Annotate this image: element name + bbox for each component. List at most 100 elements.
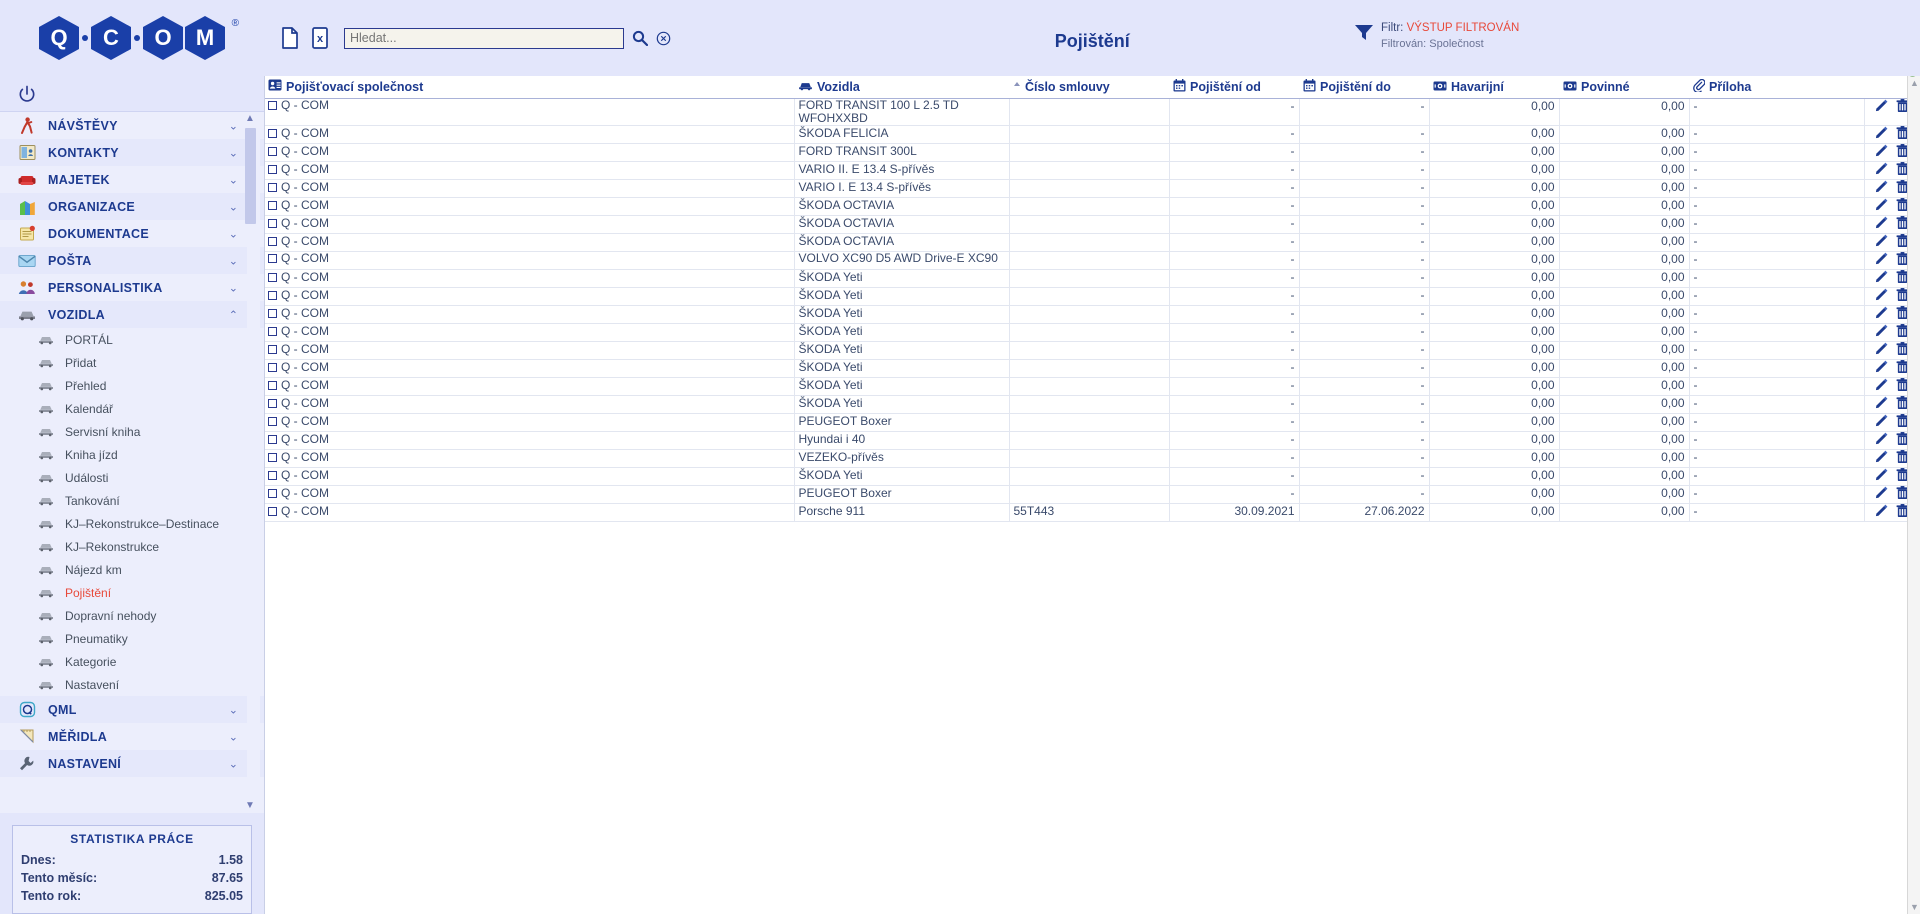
table-row[interactable]: Q - COM ŠKODA OCTAVIA - -0,00 0,00- xyxy=(264,197,1920,216)
chevron-down-icon[interactable]: ⌄ xyxy=(229,281,238,294)
filter-status-block[interactable]: Filtr: VÝSTUP FILTROVÁN Filtrován: Spole… xyxy=(1354,20,1519,53)
excel-export-icon[interactable]: x xyxy=(308,24,332,52)
chevron-down-icon[interactable]: ⌄ xyxy=(229,254,238,267)
sidebar-group-personalistika[interactable]: PERSONALISTIKA ⌄ xyxy=(0,274,264,301)
table-row[interactable]: Q - COM FORD TRANSIT 100 L 2.5 TD WFOHXXB… xyxy=(264,98,1920,126)
pencil-icon[interactable] xyxy=(1875,414,1888,430)
row-checkbox[interactable] xyxy=(268,344,277,354)
row-checkbox[interactable] xyxy=(268,272,277,282)
chevron-down-icon[interactable]: ⌄ xyxy=(229,119,238,132)
cell-company[interactable]: Q - COM xyxy=(264,125,795,144)
table-row[interactable]: Q - COM ŠKODA OCTAVIA - -0,00 0,00- xyxy=(264,233,1920,252)
pencil-icon[interactable] xyxy=(1875,306,1888,322)
sidebar-group-midla[interactable]: MĚŘIDLA ⌄ xyxy=(0,723,264,750)
chevron-up-icon[interactable]: ⌃ xyxy=(229,308,238,321)
sidebar-item-kategorie[interactable]: Kategorie xyxy=(0,650,264,673)
row-checkbox[interactable] xyxy=(268,253,277,263)
table-row[interactable]: Q - COM ŠKODA Yeti - -0,00 0,00- xyxy=(264,359,1920,378)
row-checkbox[interactable] xyxy=(268,326,277,336)
table-row[interactable]: Q - COM ŠKODA Yeti - -0,00 0,00- xyxy=(264,467,1920,486)
col-header-insurance-from[interactable]: Pojištění od xyxy=(1169,76,1299,99)
cell-company[interactable]: Q - COM xyxy=(264,359,795,378)
cell-company[interactable]: Q - COM xyxy=(264,305,795,324)
sidebar-item-p-ehled[interactable]: Přehled xyxy=(0,374,264,397)
table-row[interactable]: Q - COM VARIO I. E 13.4 S-přívěs - -0,00 0,0… xyxy=(264,179,1920,198)
sidebar-group-qml[interactable]: QML ⌄ xyxy=(0,696,264,723)
pencil-icon[interactable] xyxy=(1875,252,1888,268)
sidebar-group-vozidla[interactable]: VOZIDLA ⌃ xyxy=(0,301,264,328)
sidebar-group-nastaven[interactable]: NASTAVENÍ ⌄ xyxy=(0,750,264,777)
table-row[interactable]: Q - COM ŠKODA Yeti - -0,00 0,00- xyxy=(264,323,1920,342)
cell-company[interactable]: Q - COM xyxy=(264,395,795,414)
chevron-down-icon[interactable]: ⌄ xyxy=(229,173,238,186)
sidebar-group-nvtvy[interactable]: NÁVŠTĚVY ⌄ xyxy=(0,112,264,139)
cell-company[interactable]: Q - COM xyxy=(264,503,795,522)
chevron-down-icon[interactable]: ⌄ xyxy=(229,703,238,716)
cell-company[interactable]: Q - COM xyxy=(264,161,795,180)
row-checkbox[interactable] xyxy=(268,506,277,516)
sidebar-item-ud-losti[interactable]: Události xyxy=(0,466,264,489)
row-checkbox[interactable] xyxy=(268,164,277,174)
sidebar-item-nastaven-[interactable]: Nastavení xyxy=(0,673,264,696)
clock-icon[interactable] xyxy=(1905,76,1920,82)
funnel-icon[interactable] xyxy=(1354,24,1374,46)
sidebar-item-dopravn--nehody[interactable]: Dopravní nehody xyxy=(0,604,264,627)
pencil-icon[interactable] xyxy=(1875,486,1888,502)
table-row[interactable]: Q - COM Hyundai i 40- -0,00 0,00- xyxy=(264,431,1920,450)
table-row[interactable]: Q - COM ŠKODA Yeti - -0,00 0,00- xyxy=(264,377,1920,396)
col-header-vehicle[interactable]: Vozidla xyxy=(794,76,1009,99)
cell-company[interactable]: Q - COM xyxy=(264,179,795,198)
table-row[interactable]: Q - COM PEUGEOT Boxer - -0,00 0,00- xyxy=(264,485,1920,504)
document-icon[interactable] xyxy=(278,24,302,52)
pencil-icon[interactable] xyxy=(1875,126,1888,142)
table-row[interactable]: Q - COM FORD TRANSIT 300L - -0,00 0,00- xyxy=(264,143,1920,162)
sidebar-group-dokumentace[interactable]: DOKUMENTACE ⌄ xyxy=(0,220,264,247)
chevron-down-icon[interactable]: ⌄ xyxy=(229,200,238,213)
app-logo[interactable]: Q C O M ® xyxy=(0,0,264,76)
table-row[interactable]: Q - COM ŠKODA Yeti - -0,00 0,00- xyxy=(264,341,1920,360)
cell-company[interactable]: Q - COM xyxy=(264,449,795,468)
col-header-insurance-to[interactable]: Pojištění do xyxy=(1299,76,1429,99)
sidebar-scrollbar[interactable]: ▲ ▼ xyxy=(245,112,260,813)
sidebar-item-kalend--[interactable]: Kalendář xyxy=(0,397,264,420)
chevron-down-icon[interactable]: ⌄ xyxy=(229,757,238,770)
col-header-company[interactable]: Pojišťovací společnost xyxy=(264,76,794,99)
power-icon[interactable] xyxy=(16,83,38,105)
pencil-icon[interactable] xyxy=(1875,198,1888,214)
sidebar-item-n-jezd-km[interactable]: Nájezd km xyxy=(0,558,264,581)
row-checkbox[interactable] xyxy=(268,100,277,110)
pencil-icon[interactable] xyxy=(1875,360,1888,376)
pencil-icon[interactable] xyxy=(1875,324,1888,340)
sidebar-group-majetek[interactable]: MAJETEK ⌄ xyxy=(0,166,264,193)
pencil-icon[interactable] xyxy=(1875,432,1888,448)
cell-company[interactable]: Q - COM xyxy=(264,287,795,306)
col-header-attachment[interactable]: Příloha xyxy=(1689,76,1864,99)
cell-company[interactable]: Q - COM xyxy=(264,269,795,288)
cell-company[interactable]: Q - COM xyxy=(264,485,795,504)
cell-company[interactable]: Q - COM xyxy=(264,413,795,432)
table-row[interactable]: Q - COM VEZEKO-přívěs - -0,00 0,00- xyxy=(264,449,1920,468)
pencil-icon[interactable] xyxy=(1875,144,1888,160)
row-checkbox[interactable] xyxy=(268,308,277,318)
table-row[interactable]: Q - COM ŠKODA FELICIA - -0,00 0,00- xyxy=(264,125,1920,144)
cell-company[interactable]: Q - COM xyxy=(264,98,795,126)
sidebar-item-tankov-n-[interactable]: Tankování xyxy=(0,489,264,512)
table-row[interactable]: Q - COM Porsche 911 55T443 30.09.2021 27.06.… xyxy=(264,503,1920,522)
cell-company[interactable]: Q - COM xyxy=(264,251,795,270)
sidebar-group-kontakty[interactable]: KONTAKTY ⌄ xyxy=(0,139,264,166)
clear-circle-icon[interactable] xyxy=(656,31,671,46)
search-icon[interactable] xyxy=(632,30,648,46)
row-checkbox[interactable] xyxy=(268,290,277,300)
sidebar-item-p-idat[interactable]: Přidat xyxy=(0,351,264,374)
row-checkbox[interactable] xyxy=(268,488,277,498)
cell-company[interactable]: Q - COM xyxy=(264,197,795,216)
table-row[interactable]: Q - COM ŠKODA Yeti - -0,00 0,00- xyxy=(264,305,1920,324)
row-checkbox[interactable] xyxy=(268,380,277,390)
chevron-down-icon[interactable]: ⌄ xyxy=(229,730,238,743)
main-scrollbar[interactable]: ▲ ▼ xyxy=(1906,76,1920,914)
pencil-icon[interactable] xyxy=(1875,396,1888,412)
row-checkbox[interactable] xyxy=(268,398,277,408)
pencil-icon[interactable] xyxy=(1875,288,1888,304)
table-row[interactable]: Q - COM PEUGEOT Boxer - -0,00 0,00- xyxy=(264,413,1920,432)
scroll-down-icon[interactable]: ▼ xyxy=(1908,900,1920,914)
